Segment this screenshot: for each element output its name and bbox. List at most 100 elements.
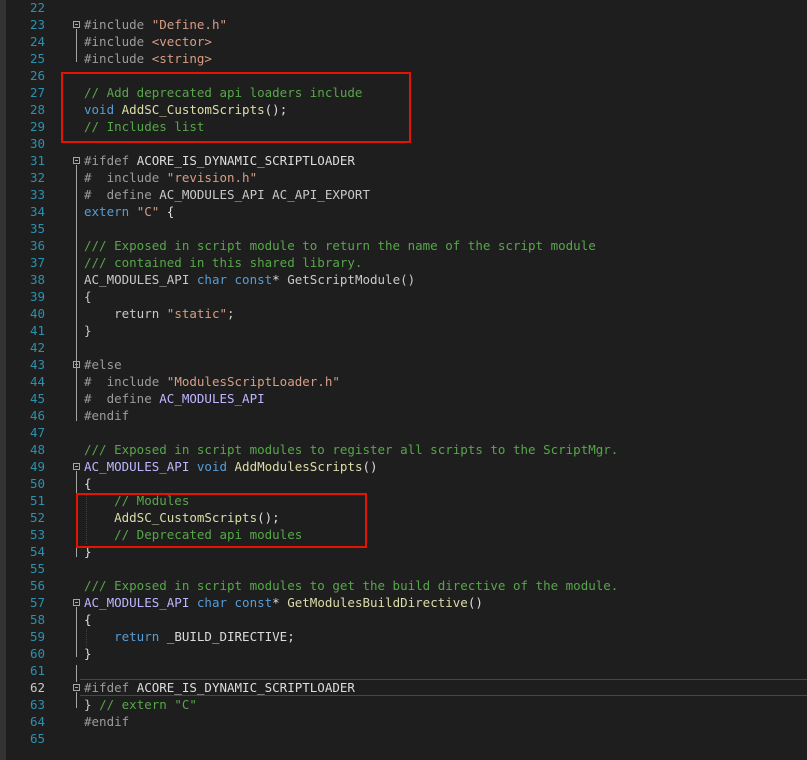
line-number: 37 — [29, 255, 45, 270]
line-code[interactable]: #include "Define.h" — [84, 16, 227, 33]
line-code[interactable]: #ifdef ACORE_IS_DYNAMIC_SCRIPTLOADER — [84, 679, 355, 696]
code-line[interactable]: 49 AC_MODULES_API void AddModulesScripts(… — [0, 458, 807, 475]
line-code[interactable]: extern "C" { — [84, 203, 174, 220]
line-number: 34 — [29, 204, 45, 219]
code-line[interactable]: 39 { — [0, 288, 807, 305]
code-editor[interactable]: 22 23 #include "Define.h" 24 #include <vecto… — [0, 0, 807, 760]
code-token: #ifdef — [84, 153, 137, 168]
line-code[interactable]: # define AC_MODULES_API AC_API_EXPORT — [84, 186, 370, 203]
line-code[interactable]: # include "ModulesScriptLoader.h" — [84, 373, 340, 390]
code-token: AddModulesScripts — [234, 459, 363, 474]
code-token: #ifdef — [84, 680, 137, 695]
code-token: ACORE_IS_DYNAMIC_SCRIPTLOADER — [136, 153, 355, 168]
line-code[interactable]: /// Exposed in script modules to get the… — [84, 577, 618, 594]
line-number: 45 — [29, 391, 45, 406]
line-code[interactable]: # define AC_MODULES_API — [84, 390, 265, 407]
code-line[interactable]: 50 { — [0, 475, 807, 492]
code-line[interactable]: 34 extern "C" { — [0, 203, 807, 220]
code-token: char const — [196, 272, 273, 287]
code-line[interactable]: 36 /// Exposed in script module to return… — [0, 237, 807, 254]
code-token: () — [467, 595, 483, 610]
code-line[interactable]: 58 { — [0, 611, 807, 628]
line-code[interactable]: /// contained in this shared library. — [84, 254, 362, 271]
code-line[interactable]: 56 /// Exposed in script modules to get t… — [0, 577, 807, 594]
code-token: "static" — [166, 306, 228, 321]
code-token: # include — [84, 170, 167, 185]
line-code[interactable]: } // extern "C" — [84, 696, 197, 713]
code-line[interactable]: 65 — [0, 730, 807, 747]
code-line[interactable]: 45 # define AC_MODULES_API — [0, 390, 807, 407]
line-code[interactable]: #endif — [84, 713, 129, 730]
code-token: #include — [84, 51, 152, 66]
code-line[interactable]: 55 — [0, 560, 807, 577]
code-line[interactable]: 31 #ifdef ACORE_IS_DYNAMIC_SCRIPTLOADER — [0, 152, 807, 169]
line-code[interactable]: return "static"; — [84, 305, 234, 322]
line-number: 41 — [29, 323, 45, 338]
code-line[interactable]: 33 # define AC_MODULES_API AC_API_EXPORT — [0, 186, 807, 203]
code-line[interactable]: 44 # include "ModulesScriptLoader.h" — [0, 373, 807, 390]
code-line[interactable]: 62 #ifdef ACORE_IS_DYNAMIC_SCRIPTLOADER — [0, 679, 807, 696]
code-token: #include — [84, 34, 152, 49]
code-token: char const — [196, 595, 273, 610]
code-line[interactable]: 35 — [0, 220, 807, 237]
code-line[interactable]: 38 AC_MODULES_API char const* GetScriptMo… — [0, 271, 807, 288]
code-line[interactable]: 57 AC_MODULES_API char const* GetModulesB… — [0, 594, 807, 611]
line-code[interactable]: { — [84, 611, 92, 628]
line-number: 42 — [29, 340, 45, 355]
code-line[interactable]: 25 #include <string> — [0, 50, 807, 67]
line-code[interactable]: AC_MODULES_API char const* GetModulesBui… — [84, 594, 483, 611]
code-token: #else — [84, 357, 122, 372]
line-code[interactable]: #else — [84, 356, 122, 373]
code-line[interactable]: 22 — [0, 0, 807, 16]
code-line[interactable]: 46 #endif — [0, 407, 807, 424]
code-line[interactable]: 64 #endif — [0, 713, 807, 730]
line-number: 24 — [29, 34, 45, 49]
code-line[interactable]: 47 — [0, 424, 807, 441]
line-number: 26 — [29, 68, 45, 83]
line-code[interactable]: #endif — [84, 407, 129, 424]
code-line[interactable]: 37 /// contained in this shared library. — [0, 254, 807, 271]
line-number: 49 — [29, 459, 45, 474]
code-token: "C" — [136, 204, 160, 219]
line-code[interactable]: return _BUILD_DIRECTIVE; — [84, 628, 295, 645]
line-code[interactable]: { — [84, 475, 92, 492]
code-line[interactable]: 63} // extern "C" — [0, 696, 807, 713]
code-token: } — [84, 697, 100, 712]
code-token: #include — [84, 17, 152, 32]
line-number: 48 — [29, 442, 45, 457]
line-code[interactable]: #ifdef ACORE_IS_DYNAMIC_SCRIPTLOADER — [84, 152, 355, 169]
code-line[interactable]: 24 #include <vector> — [0, 33, 807, 50]
code-line[interactable]: 59 return _BUILD_DIRECTIVE; — [0, 628, 807, 645]
code-line[interactable]: 61 — [0, 662, 807, 679]
code-line[interactable]: 41} — [0, 322, 807, 339]
line-number: 56 — [29, 578, 45, 593]
line-code[interactable]: /// Exposed in script modules to registe… — [84, 441, 618, 458]
code-token: #endif — [84, 714, 130, 729]
line-code[interactable]: /// Exposed in script module to return t… — [84, 237, 596, 254]
code-line[interactable]: 40 return "static"; — [0, 305, 807, 322]
line-code[interactable]: #include <string> — [84, 50, 212, 67]
code-line[interactable]: 32 # include "revision.h" — [0, 169, 807, 186]
code-line[interactable]: 60} — [0, 645, 807, 662]
line-code[interactable]: { — [84, 288, 92, 305]
code-token: GetScriptModule() — [287, 272, 416, 287]
code-line[interactable]: 48 /// Exposed in script modules to regis… — [0, 441, 807, 458]
code-token: return — [84, 629, 167, 644]
code-line[interactable]: 42 — [0, 339, 807, 356]
line-code[interactable]: # include "revision.h" — [84, 169, 257, 186]
code-token: ACORE_IS_DYNAMIC_SCRIPTLOADER — [136, 680, 355, 695]
line-number: 38 — [29, 272, 45, 287]
code-line[interactable]: 23 #include "Define.h" — [0, 16, 807, 33]
code-line[interactable]: 43 #else — [0, 356, 807, 373]
code-token: GetModulesBuildDirective — [287, 595, 468, 610]
line-number: 23 — [29, 17, 45, 32]
code-token: extern — [84, 204, 137, 219]
line-code[interactable]: } — [84, 322, 92, 339]
line-code[interactable]: AC_MODULES_API void AddModulesScripts() — [84, 458, 378, 475]
code-token: "ModulesScriptLoader.h" — [166, 374, 340, 389]
line-code[interactable]: #include <vector> — [84, 33, 212, 50]
line-code[interactable]: AC_MODULES_API char const* GetScriptModu… — [84, 271, 415, 288]
line-number: 35 — [29, 221, 45, 236]
line-number: 51 — [29, 493, 45, 508]
line-code[interactable]: } — [84, 645, 92, 662]
